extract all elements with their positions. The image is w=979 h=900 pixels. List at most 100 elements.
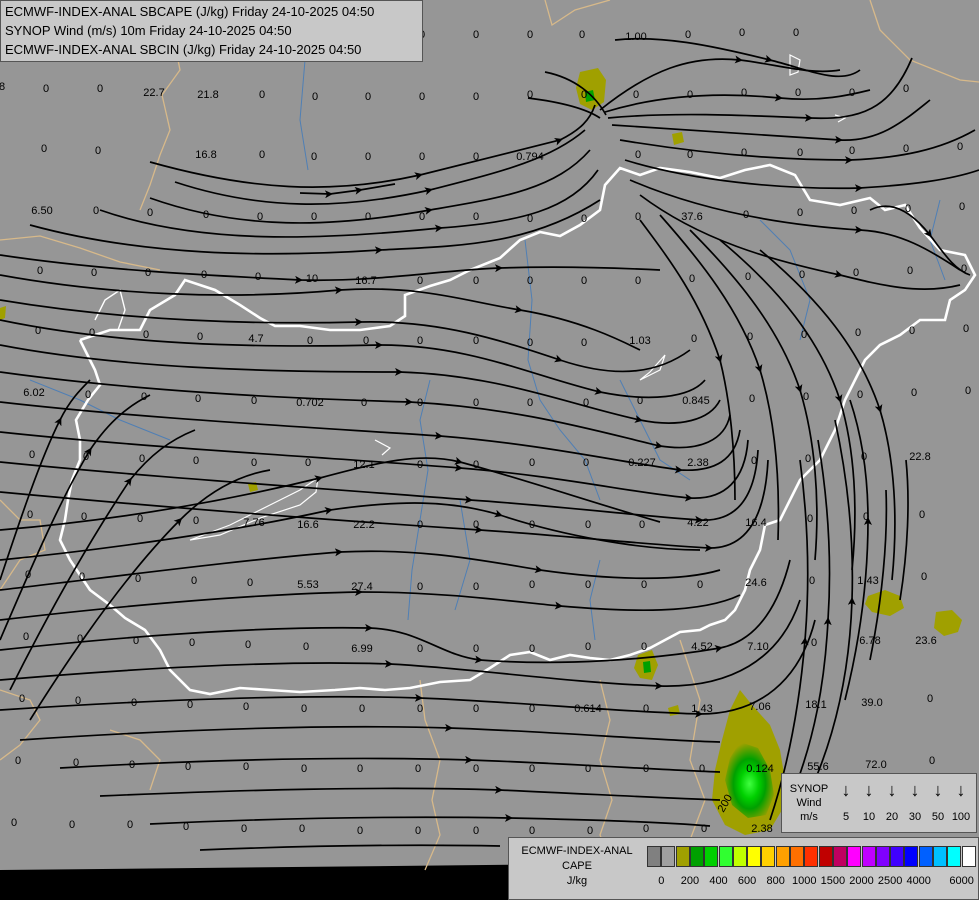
cape-color-swatch bbox=[847, 846, 862, 867]
cape-color-swatch bbox=[675, 846, 690, 867]
field-value-label: 0 bbox=[473, 643, 479, 655]
field-value-label: 0 bbox=[797, 147, 803, 159]
field-value-label: 0 bbox=[635, 211, 641, 223]
field-value-label: 0 bbox=[311, 211, 317, 223]
cape-color-swatch bbox=[947, 846, 962, 867]
field-value-label: 0 bbox=[473, 29, 479, 41]
field-value-label: 0 bbox=[527, 29, 533, 41]
cape-legend-title: ECMWF-INDEX-ANAL CAPE J/kg bbox=[509, 844, 645, 889]
synop-legend-title: SYNOP Wind m/s bbox=[782, 782, 836, 824]
cape-color-legend: ECMWF-INDEX-ANAL CAPE J/kg 0 200 400 600 800… bbox=[508, 837, 979, 900]
field-value-label: 0 bbox=[907, 265, 913, 277]
field-value-label: 0 bbox=[581, 89, 587, 101]
field-value-label: 1.43 bbox=[691, 703, 712, 715]
cape-scale-label: 400 bbox=[709, 875, 728, 887]
field-value-label: 0 bbox=[793, 27, 799, 39]
field-value-label: 0 bbox=[187, 699, 193, 711]
field-value-label: 1.43 bbox=[857, 575, 878, 587]
field-value-label: 0.845 bbox=[682, 395, 710, 407]
field-value-label: 0 bbox=[903, 83, 909, 95]
field-value-label: 0.794 bbox=[516, 151, 544, 163]
field-value-label: 0 bbox=[417, 275, 423, 287]
field-value-label: 0 bbox=[73, 757, 79, 769]
field-value-label: 0 bbox=[417, 581, 423, 593]
cape-color-swatch bbox=[775, 846, 790, 867]
field-value-label: 0 bbox=[357, 763, 363, 775]
field-value-label: 0 bbox=[365, 211, 371, 223]
field-value-label: 1.03 bbox=[629, 335, 650, 347]
field-value-label: 0 bbox=[259, 89, 265, 101]
field-value-label: 16.8 bbox=[195, 149, 216, 161]
field-value-label: 0 bbox=[635, 149, 641, 161]
field-value-label: 0 bbox=[583, 397, 589, 409]
cape-color-swatch bbox=[804, 846, 819, 867]
cape-scale-label: 200 bbox=[680, 875, 700, 887]
field-value-label: 21.8 bbox=[197, 89, 218, 101]
cape-color-swatch bbox=[961, 846, 976, 867]
field-value-label: 23.6 bbox=[915, 635, 936, 647]
field-value-label: 0 bbox=[41, 143, 47, 155]
field-value-label: 0 bbox=[365, 91, 371, 103]
field-value-label: 22.7 bbox=[143, 87, 164, 99]
cape-scale-label: 600 bbox=[737, 875, 757, 887]
map-background bbox=[0, 0, 979, 900]
cape-scale-label: 2500 bbox=[877, 875, 903, 887]
field-value-label: 0 bbox=[147, 207, 153, 219]
field-value-label: 0 bbox=[25, 569, 31, 581]
cape-color-swatch bbox=[661, 846, 676, 867]
field-value-label: 0 bbox=[301, 703, 307, 715]
cape-scale-label: 1000 bbox=[792, 875, 817, 887]
cape-title-line: ECMWF-INDEX-ANAL bbox=[521, 845, 633, 857]
field-value-label: 0 bbox=[251, 395, 257, 407]
field-value-label: 0 bbox=[581, 275, 587, 287]
cape-scale-label: 0 bbox=[658, 875, 665, 887]
field-value-label: 0.614 bbox=[574, 703, 602, 715]
field-value-label: 0 bbox=[307, 335, 313, 347]
field-value-label: 0 bbox=[527, 337, 533, 349]
synop-title-line: m/s bbox=[800, 811, 818, 823]
field-value-label: 0 bbox=[417, 643, 423, 655]
field-value-label: 0 bbox=[849, 145, 855, 157]
field-value-label: 22.8 bbox=[909, 451, 930, 463]
field-value-label: 0 bbox=[473, 211, 479, 223]
synop-speed-label: 20 bbox=[885, 811, 899, 823]
cape-scale-label: 800 bbox=[766, 875, 785, 887]
field-value-label: 0 bbox=[637, 395, 643, 407]
field-value-label: 0 bbox=[131, 697, 137, 709]
field-value-label: 0 bbox=[473, 763, 479, 775]
field-value-label: 0 bbox=[415, 763, 421, 775]
field-value-label: 0 bbox=[643, 823, 649, 835]
field-value-label: 0 bbox=[419, 151, 425, 163]
field-value-label: 0 bbox=[581, 337, 587, 349]
field-value-label: 0 bbox=[255, 271, 261, 283]
field-value-label: 0 bbox=[183, 821, 189, 833]
field-value-label: 0 bbox=[795, 87, 801, 99]
field-value-label: 0 bbox=[81, 511, 87, 523]
field-value-label: 0 bbox=[527, 275, 533, 287]
cape-color-swatch bbox=[832, 846, 847, 867]
field-value-label: 0 bbox=[849, 87, 855, 99]
cape-scale-label: 1500 bbox=[820, 875, 846, 887]
cape-color-swatch bbox=[904, 846, 919, 867]
field-value-label: 0 bbox=[243, 761, 249, 773]
field-value-label: 0.227 bbox=[628, 457, 656, 469]
field-value-label: 0 bbox=[585, 579, 591, 591]
field-value-label: 0 bbox=[751, 455, 757, 467]
field-value-label: 0 bbox=[77, 633, 83, 645]
field-value-label: 2.38 bbox=[751, 823, 772, 835]
field-value-label: 0 bbox=[527, 89, 533, 101]
field-value-label: 0 bbox=[745, 271, 751, 283]
field-value-label: 0 bbox=[527, 397, 533, 409]
cape-title-line: CAPE bbox=[562, 860, 592, 872]
field-value-label: 0 bbox=[135, 573, 141, 585]
down-arrow-icon: ↓ bbox=[841, 780, 851, 800]
down-arrow-icon: ↓ bbox=[864, 780, 874, 800]
cape-color-swatch bbox=[718, 846, 733, 867]
field-value-label: 0 bbox=[195, 393, 201, 405]
field-value-label: 6.99 bbox=[351, 643, 372, 655]
weather-map: 1.0000000000080022.721.80000000000000001… bbox=[0, 0, 979, 900]
field-value-label: 0 bbox=[961, 263, 967, 275]
field-value-label: 0 bbox=[687, 89, 693, 101]
field-value-label: 0 bbox=[259, 149, 265, 161]
down-arrow-icon: ↓ bbox=[933, 780, 943, 800]
